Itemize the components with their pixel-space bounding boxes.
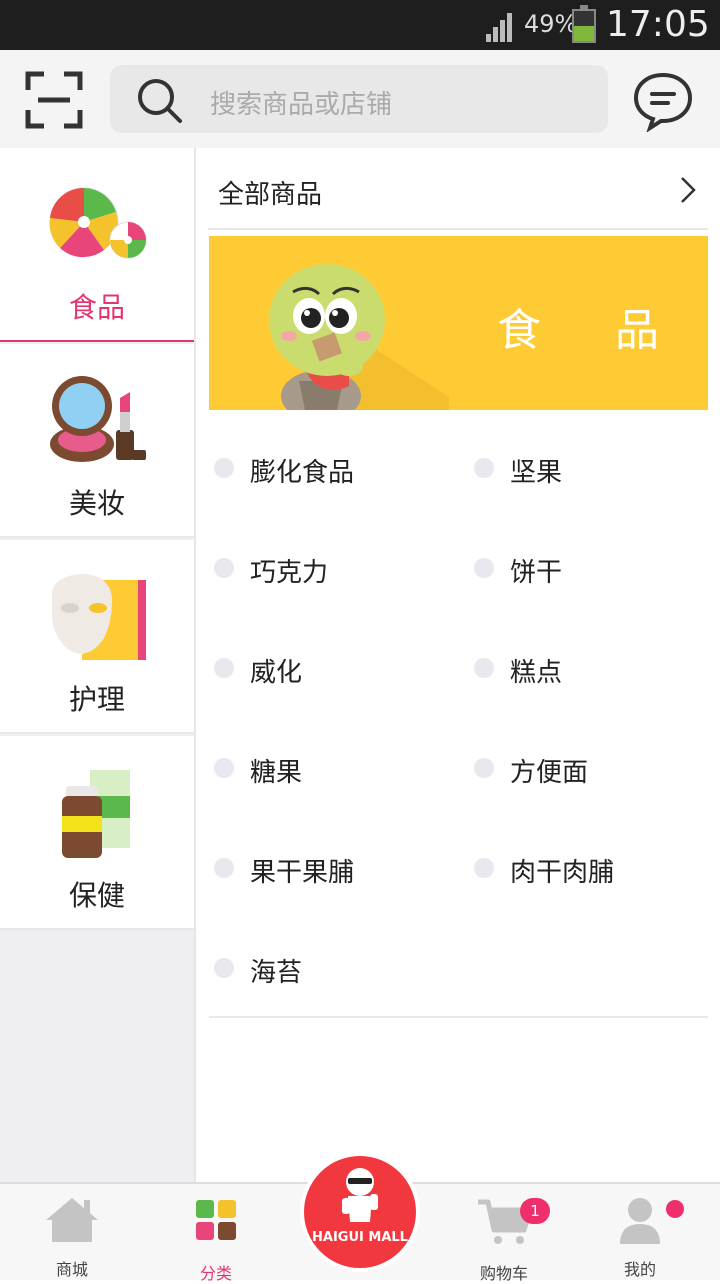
makeup-icon [50,376,146,462]
supplement-icon [62,770,130,858]
clock: 17:05 [606,4,710,45]
subcategory-item[interactable]: 巧克力 [210,538,460,598]
search-icon [138,79,182,123]
banner-title: 食 品 [497,305,689,356]
nav-label: 我的 [623,1260,656,1279]
nav-label: 分类 [199,1264,232,1283]
bottom-nav: 商城 分类 HAIGUI MALL 购物车 1 我的 [0,1152,720,1283]
notification-dot [666,1200,684,1218]
bullet-dot [214,858,234,878]
subcategory-label: 威化 [250,658,303,688]
bullet-dot [214,458,234,478]
sidebar-item-care[interactable]: 护理 [0,540,194,734]
sidebar-item-makeup[interactable]: 美妆 [0,344,194,538]
subcategory-label: 坚果 [510,458,563,488]
subcategory-item[interactable]: 果干果脯 [210,838,460,898]
sidebar-item-label: 美妆 [68,487,125,520]
subcategory-label: 肉干肉脯 [510,858,615,888]
turtle-mascot-icon [269,264,449,410]
cart-badge: 1 [520,1198,550,1224]
nav-label: 商城 [55,1260,88,1279]
profile-icon [620,1198,660,1244]
nav-home[interactable]: 商城 [2,1184,142,1282]
subcategory-label: 糖果 [250,758,303,788]
nav-profile[interactable]: 我的 [570,1184,710,1282]
mascot-logo-icon [342,1168,378,1222]
subcategory-item[interactable]: 饼干 [470,538,720,598]
battery-icon [572,5,596,43]
subcategory-item[interactable]: 坚果 [470,438,720,498]
subcategory-item[interactable]: 肉干肉脯 [470,838,720,898]
haigui-mall-logo-button[interactable]: HAIGUI MALL [300,1152,420,1272]
bullet-dot [474,758,494,778]
all-products-row[interactable]: 全部商品 [208,148,708,230]
bullet-dot [214,658,234,678]
subcategory-item[interactable]: 膨化食品 [210,438,460,498]
subcategory-label: 巧克力 [250,558,329,588]
subcategory-item[interactable]: 海苔 [210,938,460,998]
scan-icon[interactable] [24,70,84,130]
sidebar-item-food[interactable]: 食品 [0,148,194,342]
bullet-dot [474,858,494,878]
nav-category[interactable]: 分类 [146,1184,286,1283]
candy-icon [49,187,147,259]
message-icon[interactable] [632,70,694,132]
sidebar-item-label: 食品 [68,291,125,324]
status-bar: 49% 17:05 [0,0,720,50]
subcategory-label: 糕点 [510,658,563,688]
all-products-label: 全部商品 [218,180,323,210]
bullet-dot [474,458,494,478]
signal-icon [486,13,512,42]
category-sidebar: 食品 美妆 护理 保健 [0,148,196,1182]
logo-text: HAIGUI MALL [312,1230,408,1245]
sidebar-item-label: 保健 [68,879,125,912]
subcategory-item[interactable]: 糖果 [210,738,460,798]
subcategory-label: 方便面 [510,758,589,788]
bullet-dot [214,958,234,978]
house-icon [46,1198,98,1242]
subcategory-item[interactable]: 方便面 [470,738,720,798]
search-input[interactable]: 搜索商品或店铺 [110,65,608,133]
search-placeholder: 搜索商品或店铺 [210,90,393,120]
nav-label: 购物车 [479,1264,528,1283]
bullet-dot [474,558,494,578]
bullet-dot [214,558,234,578]
bullet-dot [214,758,234,778]
top-bar: 搜索商品或店铺 [0,50,720,148]
battery-percent: 49% [524,10,578,38]
category-banner[interactable]: 食 品 [209,236,708,410]
nav-cart[interactable]: 购物车 [434,1184,574,1283]
subcategory-label: 饼干 [510,558,563,588]
divider [209,1016,708,1018]
face-mask-icon [52,574,146,660]
subcategory-label: 海苔 [250,958,303,988]
bullet-dot [474,658,494,678]
chevron-right-icon [681,177,696,203]
category-grid-icon [196,1200,236,1240]
subcategory-label: 膨化食品 [250,458,355,488]
sidebar-item-health[interactable]: 保健 [0,736,194,930]
subcategory-label: 果干果脯 [250,858,355,888]
sidebar-item-label: 护理 [68,683,125,716]
subcategory-item[interactable]: 威化 [210,638,460,698]
subcategory-item[interactable]: 糕点 [470,638,720,698]
category-content: 全部商品 食 品 膨化食品 坚果 巧克力 饼干 威化 糕点 糖果 方便面 果干果… [198,148,720,1182]
